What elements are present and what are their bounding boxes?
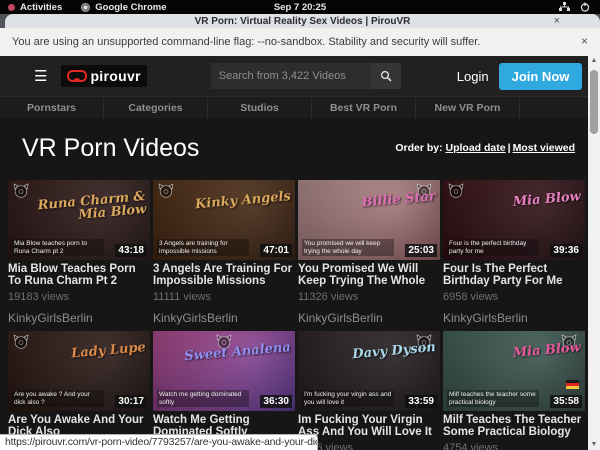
system-top-bar: Activities Google Chrome Sep 7 20:25 (0, 0, 600, 14)
thumbnail-headline-text: Mia Blow (443, 341, 581, 366)
desktop-screen: Activities Google Chrome Sep 7 20:25 VR … (0, 0, 600, 450)
studio-watermark-icon (448, 183, 464, 198)
duration-badge: 43:18 (115, 244, 147, 257)
search-box (211, 63, 401, 89)
video-views: 6958 views (443, 291, 585, 303)
thumbnail-headline-text: Davy Dyson (298, 341, 436, 366)
site-header: ☰ pirouvr Login Join Now (0, 56, 600, 96)
tab-title: VR Porn: Virtual Reality Sex Videos | Pi… (195, 16, 411, 27)
site-viewport: ☰ pirouvr Login Join Now (0, 56, 600, 450)
video-studio-link[interactable]: KinkyGirlsBerlin (153, 311, 295, 325)
video-card[interactable]: Runa Charm & Mia Blow Mia Blow teaches p… (8, 180, 150, 325)
logo-text: pirouvr (90, 68, 140, 84)
video-thumbnail[interactable]: Runa Charm & Mia Blow Mia Blow teaches p… (8, 180, 150, 260)
studio-watermark-icon (13, 183, 29, 198)
nav-item-categories[interactable]: Categories (104, 97, 208, 119)
video-card[interactable]: Davy Dyson I'm fucking your virgin ass a… (298, 331, 440, 450)
video-thumbnail[interactable]: Kinky Angels 3 Angels are training for i… (153, 180, 295, 260)
video-card[interactable]: Kinky Angels 3 Angels are training for i… (153, 180, 295, 325)
search-input[interactable] (211, 63, 371, 89)
page-title: VR Porn Videos (22, 134, 199, 163)
video-thumbnail[interactable]: Sweet Analena Watch me getting dominated… (153, 331, 295, 411)
clock[interactable]: Sep 7 20:25 (0, 2, 600, 13)
video-views: 11326 views (298, 291, 440, 303)
duration-badge: 33:59 (405, 395, 437, 408)
video-card[interactable]: Billie Star You promised we will keep tr… (298, 180, 440, 325)
video-views: 4754 views (443, 442, 585, 450)
studio-watermark-icon (158, 183, 174, 198)
thumbnail-caption-text: Mia Blow teaches porn to Runa Charm pt 2 (12, 239, 104, 256)
duration-badge: 30:17 (115, 395, 147, 408)
login-link[interactable]: Login (457, 69, 489, 84)
video-thumbnail[interactable]: Davy Dyson I'm fucking your virgin ass a… (298, 331, 440, 411)
duration-badge: 25:03 (405, 244, 437, 257)
status-url-bubble: https://pirouvr.com/vr-porn-video/779325… (0, 434, 318, 450)
browser-tab[interactable]: VR Porn: Virtual Reality Sex Videos | Pi… (5, 14, 600, 28)
vr-headset-icon (67, 70, 87, 82)
video-title-link[interactable]: 3 Angels Are Training For Impossible Mis… (153, 263, 295, 287)
thumbnail-caption-text: Milf teaches the teacher some practical … (447, 390, 539, 407)
thumbnail-caption-text: Four is the perfect birthday party for m… (447, 239, 539, 256)
thumbnail-headline-text: Billie Star (298, 190, 436, 215)
order-by-label: Order by: (395, 142, 442, 154)
german-flag-icon (566, 380, 579, 389)
video-card[interactable]: Mia Blow Milf teaches the teacher some p… (443, 331, 585, 450)
page-title-bar: VR Porn Videos Order by: Upload date|Mos… (0, 118, 585, 178)
scrollbar-thumb[interactable] (590, 70, 598, 134)
duration-badge: 36:30 (260, 395, 292, 408)
nav-item-best-vr-porn[interactable]: Best VR Porn (312, 97, 416, 119)
join-now-button[interactable]: Join Now (499, 63, 583, 90)
video-title-link[interactable]: Im Fucking Your Virgin Ass And You Will … (298, 414, 440, 438)
order-by-separator: | (506, 142, 513, 154)
thumbnail-caption-text: Are you awake ? And your dick also ? (12, 390, 104, 407)
nav-item-new-vr-porn[interactable]: New VR Porn (416, 97, 520, 119)
duration-badge: 35:58 (550, 395, 582, 408)
scrollbar-up-icon[interactable]: ▲ (588, 56, 600, 66)
video-views: 19183 views (8, 291, 150, 303)
warning-text: You are using an unsupported command-lin… (12, 36, 480, 48)
duration-badge: 39:36 (550, 244, 582, 257)
order-by: Order by: Upload date|Most viewed (395, 142, 575, 154)
video-thumbnail[interactable]: Mia Blow Milf teaches the teacher some p… (443, 331, 585, 411)
video-views: 11111 views (153, 291, 295, 303)
video-card[interactable]: Mia Blow Four is the perfect birthday pa… (443, 180, 585, 325)
thumbnail-caption-text: I'm fucking your virgin ass and you will… (302, 390, 394, 407)
video-title-link[interactable]: Milf Teaches The Teacher Some Practical … (443, 414, 585, 438)
hamburger-menu-icon[interactable]: ☰ (34, 69, 47, 84)
video-studio-link[interactable]: KinkyGirlsBerlin (443, 311, 585, 325)
video-studio-link[interactable]: KinkyGirlsBerlin (8, 311, 150, 325)
nav-item-pornstars[interactable]: Pornstars (0, 97, 104, 119)
nav-item-studios[interactable]: Studios (208, 97, 312, 119)
page-scrollbar[interactable]: ▲ ▼ (588, 56, 600, 450)
infobar-close-icon[interactable]: × (581, 34, 588, 48)
thumbnail-caption-text: Watch me getting dominated softly (157, 390, 249, 407)
video-views: 9705 views (298, 442, 440, 450)
video-grid: Runa Charm & Mia Blow Mia Blow teaches p… (8, 180, 585, 450)
video-title-link[interactable]: Mia Blow Teaches Porn To Runa Charm Pt 2 (8, 263, 150, 287)
tab-close-icon[interactable]: × (554, 15, 560, 27)
video-title-link[interactable]: Four Is The Perfect Birthday Party For M… (443, 263, 585, 287)
video-card[interactable]: Lady Lupe Are you awake ? And your dick … (8, 331, 150, 450)
browser-tab-strip: VR Porn: Virtual Reality Sex Videos | Pi… (0, 14, 600, 28)
video-thumbnail[interactable]: Billie Star You promised we will keep tr… (298, 180, 440, 260)
site-logo[interactable]: pirouvr (61, 65, 146, 87)
studio-watermark-icon (13, 334, 29, 349)
thumbnail-caption-text: 3 Angels are training for impossible mis… (157, 239, 249, 256)
duration-badge: 47:01 (260, 244, 292, 257)
video-card[interactable]: Sweet Analena Watch me getting dominated… (153, 331, 295, 450)
thumbnail-caption-text: You promised we will keep trying the who… (302, 239, 394, 256)
scrollbar-down-icon[interactable]: ▼ (588, 440, 600, 450)
order-by-most-viewed-link[interactable]: Most viewed (513, 142, 575, 154)
video-thumbnail[interactable]: Lady Lupe Are you awake ? And your dick … (8, 331, 150, 411)
video-thumbnail[interactable]: Mia Blow Four is the perfect birthday pa… (443, 180, 585, 260)
site-nav: Pornstars Categories Studios Best VR Por… (0, 96, 600, 118)
warning-infobar: You are using an unsupported command-lin… (0, 28, 600, 56)
search-button[interactable] (371, 63, 401, 89)
video-title-link[interactable]: You Promised We Will Keep Trying The Who… (298, 263, 440, 287)
search-icon (380, 70, 392, 82)
order-by-upload-date-link[interactable]: Upload date (446, 142, 506, 154)
video-studio-link[interactable]: KinkyGirlsBerlin (298, 311, 440, 325)
